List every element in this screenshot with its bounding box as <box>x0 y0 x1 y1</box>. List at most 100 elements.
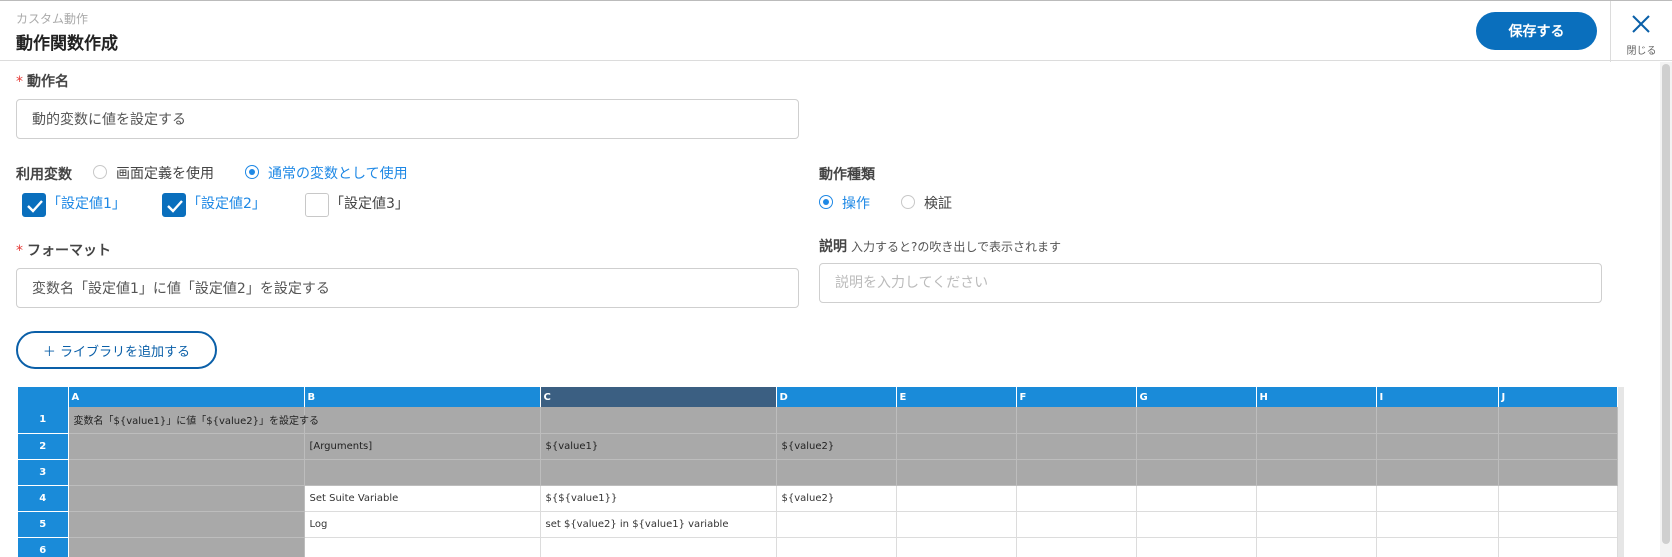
cell-h1[interactable] <box>1256 407 1377 434</box>
cell-d5[interactable] <box>776 511 897 538</box>
cell-b3[interactable] <box>304 459 541 486</box>
cell-i4[interactable] <box>1376 485 1499 512</box>
cell-c1[interactable] <box>540 407 777 434</box>
description-label: 説明 入力すると?の吹き出しで表示されます <box>819 239 1062 255</box>
cell-c6[interactable] <box>540 537 777 557</box>
action-name-input[interactable] <box>16 99 799 139</box>
cell-c5[interactable]: set ${value2} in ${value1} variable <box>540 511 777 538</box>
cell-g6[interactable] <box>1136 537 1257 557</box>
column-header-g[interactable]: G <box>1136 387 1257 407</box>
cell-j5[interactable] <box>1498 511 1618 538</box>
cell-b1[interactable] <box>304 407 541 434</box>
cell-b6[interactable] <box>304 537 541 557</box>
cell-g4[interactable] <box>1136 485 1257 512</box>
format-input[interactable] <box>16 268 799 308</box>
cell-e3[interactable] <box>896 459 1017 486</box>
cell-h5[interactable] <box>1256 511 1377 538</box>
cell-g2[interactable] <box>1136 433 1257 460</box>
checkbox-value2-label: 「設定値2」 <box>187 196 266 212</box>
row-header[interactable]: 3 <box>18 459 69 486</box>
cell-b4[interactable]: Set Suite Variable <box>304 485 541 512</box>
row-header[interactable]: 4 <box>18 485 69 512</box>
sheet-corner[interactable] <box>18 387 69 407</box>
save-button[interactable]: 保存する <box>1476 12 1597 50</box>
table-row: 2 [Arguments] ${value1} ${value2} <box>18 433 1618 460</box>
cell-h3[interactable] <box>1256 459 1377 486</box>
cell-d4[interactable]: ${value2} <box>776 485 897 512</box>
cell-a5[interactable] <box>68 511 305 538</box>
cell-e1[interactable] <box>896 407 1017 434</box>
cell-j1[interactable] <box>1498 407 1618 434</box>
table-row: 6 <box>18 537 1618 557</box>
checkbox-value2[interactable] <box>162 193 186 217</box>
column-header-a[interactable]: A <box>68 387 305 407</box>
cell-f5[interactable] <box>1016 511 1137 538</box>
cell-h4[interactable] <box>1256 485 1377 512</box>
cell-i3[interactable] <box>1376 459 1499 486</box>
row-header[interactable]: 6 <box>18 537 69 557</box>
cell-h6[interactable] <box>1256 537 1377 557</box>
description-input[interactable] <box>819 263 1602 303</box>
column-header-e[interactable]: E <box>896 387 1017 407</box>
cell-i2[interactable] <box>1376 433 1499 460</box>
cell-h2[interactable] <box>1256 433 1377 460</box>
radio-normal-variable[interactable] <box>245 165 259 179</box>
cell-c3[interactable] <box>540 459 777 486</box>
column-header-i[interactable]: I <box>1376 387 1499 407</box>
row-header[interactable]: 5 <box>18 511 69 538</box>
cell-j4[interactable] <box>1498 485 1618 512</box>
column-header-c[interactable]: C <box>540 387 777 407</box>
cell-f4[interactable] <box>1016 485 1137 512</box>
cell-i6[interactable] <box>1376 537 1499 557</box>
cell-d6[interactable] <box>776 537 897 557</box>
cell-e6[interactable] <box>896 537 1017 557</box>
cell-i5[interactable] <box>1376 511 1499 538</box>
checkbox-value1[interactable] <box>22 193 46 217</box>
cell-c2[interactable]: ${value1} <box>540 433 777 460</box>
cell-j6[interactable] <box>1498 537 1618 557</box>
checkbox-value3[interactable] <box>305 193 329 217</box>
cell-f6[interactable] <box>1016 537 1137 557</box>
dialog-subtitle: カスタム動作 <box>16 12 89 26</box>
radio-screen-definition[interactable] <box>93 165 107 179</box>
column-header-b[interactable]: B <box>304 387 541 407</box>
cell-f3[interactable] <box>1016 459 1137 486</box>
cell-a4[interactable] <box>68 485 305 512</box>
cell-e4[interactable] <box>896 485 1017 512</box>
cell-a6[interactable] <box>68 537 305 557</box>
radio-operation[interactable] <box>819 195 833 209</box>
cell-e2[interactable] <box>896 433 1017 460</box>
cell-i1[interactable] <box>1376 407 1499 434</box>
column-header-d[interactable]: D <box>776 387 897 407</box>
cell-j2[interactable] <box>1498 433 1618 460</box>
cell-f2[interactable] <box>1016 433 1137 460</box>
cell-a1[interactable]: 変数名「${value1}」に値「${value2}」を設定する <box>68 407 319 434</box>
close-button[interactable]: 閉じる <box>1611 1 1672 62</box>
cell-g5[interactable] <box>1136 511 1257 538</box>
row-header[interactable]: 1 <box>18 407 69 434</box>
cell-j3[interactable] <box>1498 459 1618 486</box>
cell-g3[interactable] <box>1136 459 1257 486</box>
check-icon <box>27 200 43 213</box>
cell-d2[interactable]: ${value2} <box>776 433 897 460</box>
cell-a2[interactable] <box>68 433 305 460</box>
grid-scrollbar[interactable] <box>1618 387 1624 557</box>
radio-verification[interactable] <box>901 195 915 209</box>
cell-d3[interactable] <box>776 459 897 486</box>
scrollbar-thumb[interactable] <box>1662 64 1670 544</box>
page-scrollbar[interactable] <box>1660 62 1672 557</box>
add-library-button[interactable]: ＋ ライブラリを追加する <box>16 331 217 369</box>
column-header-h[interactable]: H <box>1256 387 1377 407</box>
cell-f1[interactable] <box>1016 407 1137 434</box>
cell-d1[interactable] <box>776 407 897 434</box>
row-header[interactable]: 2 <box>18 433 69 460</box>
cell-b2[interactable]: [Arguments] <box>304 433 541 460</box>
cell-e5[interactable] <box>896 511 1017 538</box>
column-header-j[interactable]: J <box>1498 387 1618 407</box>
cell-b5[interactable]: Log <box>304 511 541 538</box>
column-header-f[interactable]: F <box>1016 387 1137 407</box>
cell-c4[interactable]: ${${value1}} <box>540 485 777 512</box>
cell-g1[interactable] <box>1136 407 1257 434</box>
script-grid[interactable]: ABCDEFGHIJ 1 変数名「${value1}」に値「${value2}」を… <box>18 387 1618 557</box>
cell-a3[interactable] <box>68 459 305 486</box>
